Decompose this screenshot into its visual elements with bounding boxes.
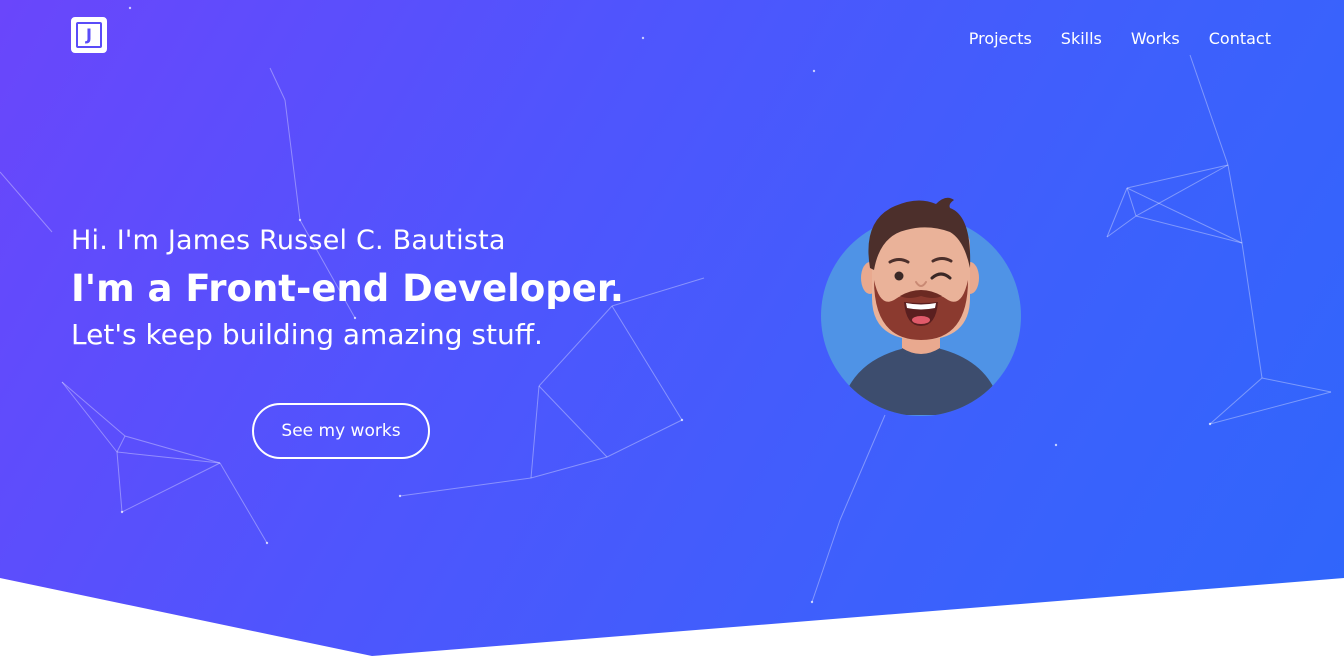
intro-block: Hi. I'm James Russel C. Bautista I'm a F… (71, 222, 624, 354)
nav-link-skills[interactable]: Skills (1061, 28, 1102, 50)
nav-link-works[interactable]: Works (1131, 28, 1180, 50)
nav-links: Projects Skills Works Contact (969, 28, 1271, 50)
navbar: J Projects Skills Works Contact (0, 0, 1344, 78)
hero-section: J Projects Skills Works Contact Hi. I'm … (0, 0, 1344, 656)
intro-greeting: Hi. I'm James Russel C. Bautista (71, 225, 506, 256)
see-my-works-button[interactable]: See my works (252, 403, 430, 459)
nav-link-contact[interactable]: Contact (1209, 28, 1271, 50)
j-logo-icon: J (76, 22, 102, 48)
intro-tagline: Let's keep building amazing stuff. (71, 318, 543, 351)
logo[interactable]: J (71, 17, 107, 53)
intro-role-heading: I'm a Front-end Developer. (71, 267, 624, 310)
nav-link-projects[interactable]: Projects (969, 28, 1032, 50)
winking-developer-avatar (821, 197, 1021, 416)
